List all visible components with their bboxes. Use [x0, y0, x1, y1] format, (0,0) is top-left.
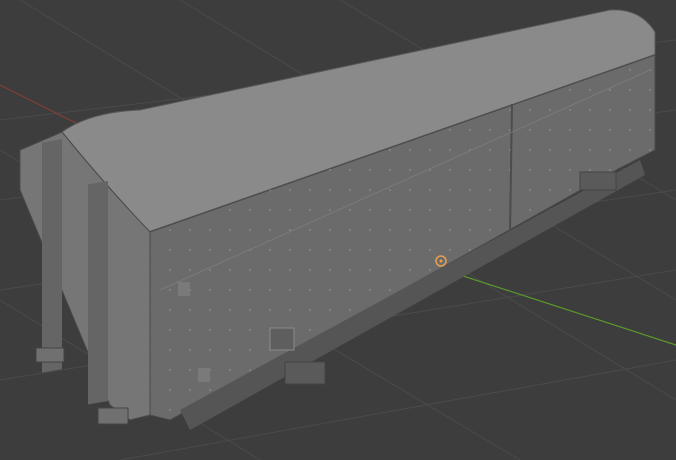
- bogie[interactable]: [284, 361, 326, 385]
- freight-wagon-model[interactable]: [19, 9, 656, 430]
- bogie[interactable]: [579, 171, 617, 191]
- door-latch: [178, 282, 190, 296]
- door-latch: [198, 368, 210, 382]
- end-stanchion: [42, 139, 62, 373]
- 3d-viewport[interactable]: [0, 0, 676, 460]
- buffer[interactable]: [97, 407, 129, 425]
- vent-grille: [269, 327, 295, 351]
- buffer[interactable]: [35, 347, 65, 363]
- end-stanchion: [88, 180, 108, 405]
